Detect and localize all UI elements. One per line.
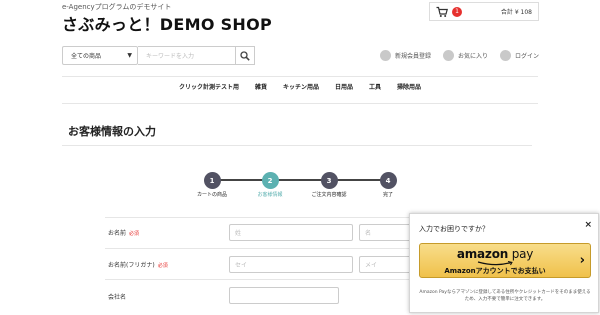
amazon-pay-popup: 入力でお困りですか？ × amazon pay Amazonアカウントでお支払い…	[409, 213, 599, 313]
kana-last-input[interactable]: セイ	[229, 256, 353, 273]
nav-item-kitchen[interactable]: キッチン用品	[283, 82, 319, 91]
required-badge: 必須	[157, 263, 168, 269]
popup-note: Amazon Payならアマゾンに登録してある住所やクレジットカードをそのまま使…	[419, 290, 591, 302]
chevron-down-icon: ▼	[127, 52, 132, 59]
step-cart: 1 カートの商品	[190, 172, 234, 198]
checkout-steps: 1 カートの商品 2 お客様情報 3 ご注文内容確認 4 完了	[190, 172, 410, 202]
search-input[interactable]: キーワードを入力	[138, 46, 236, 65]
search-placeholder: キーワードを入力	[146, 53, 195, 60]
nav-item-cleaning[interactable]: 掃除用品	[397, 82, 421, 91]
login-label: ログイン	[515, 53, 540, 60]
page-title: お客様情報の入力	[68, 125, 156, 138]
search-icon	[240, 50, 250, 61]
header-divider	[62, 76, 538, 77]
heart-icon	[443, 50, 455, 61]
nav-item-tools[interactable]: 工具	[369, 82, 381, 91]
signup-link[interactable]: 新規会員登録	[380, 50, 431, 61]
name-label: お名前 必須	[108, 230, 140, 237]
user-add-icon	[380, 50, 391, 61]
required-badge: 必須	[129, 231, 140, 237]
step-label: カートの商品	[196, 192, 227, 198]
lock-icon	[500, 50, 512, 61]
category-nav: クリック計測テスト用 雑貨 キッチン用品 日用品 工具 掃除用品	[62, 82, 538, 91]
step-label: 完了	[382, 192, 393, 198]
nav-item-zakka[interactable]: 雑貨	[255, 82, 267, 91]
nav-item-click-test[interactable]: クリック計測テスト用	[179, 82, 239, 91]
user-links: 新規会員登録 お気に入り ログイン	[380, 50, 539, 61]
amazon-pay-logo: amazon pay	[456, 247, 534, 261]
shop-title[interactable]: さぶみっと！DEMO SHOP	[62, 11, 272, 35]
favorites-label: お気に入り	[458, 53, 489, 60]
step-customer-info: 2 お客様情報	[248, 172, 292, 198]
nav-item-daily[interactable]: 日用品	[335, 82, 353, 91]
step-number: 1	[203, 172, 221, 189]
amazon-pay-subtext: Amazonアカウントでお支払い	[444, 267, 546, 275]
category-select[interactable]: 全ての商品 ▼	[62, 46, 138, 65]
step-complete: 4 完了	[366, 172, 410, 198]
signup-label: 新規会員登録	[395, 53, 432, 60]
amazon-pay-button[interactable]: amazon pay Amazonアカウントでお支払い ›	[419, 243, 591, 278]
title-divider	[62, 145, 532, 146]
step-confirm: 3 ご注文内容確認	[307, 172, 351, 198]
popup-title: 入力でお困りですか？	[419, 225, 489, 233]
company-input[interactable]	[229, 287, 339, 304]
cart-count-badge: 1	[452, 6, 462, 17]
cart-summary[interactable]: 1 合計 ¥ 108	[429, 2, 539, 21]
step-label: ご注文内容確認	[311, 192, 347, 198]
step-number: 4	[379, 172, 397, 189]
step-number: 2	[261, 172, 279, 189]
step-number: 3	[320, 172, 338, 189]
category-select-value: 全ての商品	[71, 53, 102, 60]
company-label: 会社名	[108, 294, 127, 301]
kana-label: お名前(フリガナ) 必須	[108, 262, 168, 269]
close-icon[interactable]: ×	[584, 220, 592, 230]
nav-divider	[62, 103, 538, 104]
cart-icon	[436, 6, 448, 17]
cart-total: 合計 ¥ 108	[500, 9, 532, 16]
login-link[interactable]: ログイン	[500, 50, 539, 61]
chevron-right-icon: ›	[579, 253, 585, 268]
last-name-input[interactable]: 姓	[229, 224, 353, 241]
search-button[interactable]	[236, 46, 255, 65]
step-connector-line	[212, 179, 388, 181]
favorites-link[interactable]: お気に入り	[443, 50, 488, 61]
step-label: お客様情報	[257, 192, 283, 198]
